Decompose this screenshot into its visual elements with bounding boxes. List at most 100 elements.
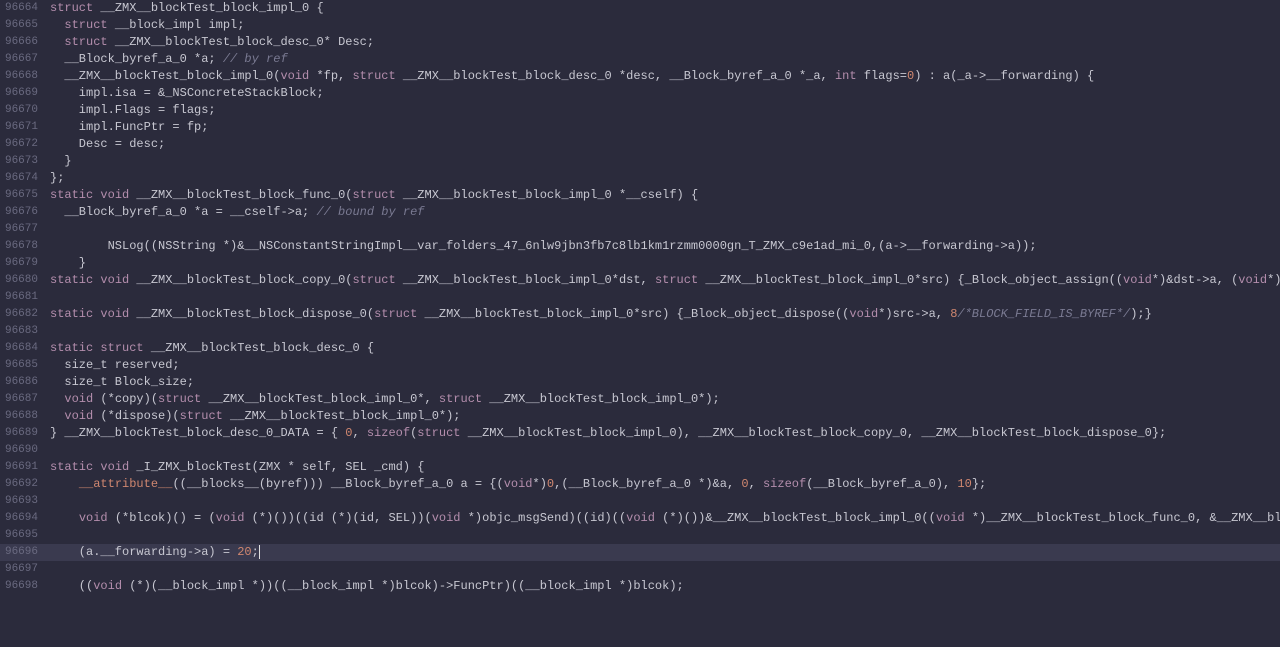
code-content[interactable]: void (*copy)(struct __ZMX__blockTest_blo… [48,391,1280,408]
code-content[interactable] [48,221,1280,238]
line-number: 96681 [0,289,48,306]
line-number: 96666 [0,34,48,51]
code-line[interactable]: 96697 [0,561,1280,578]
code-editor[interactable]: 96664struct __ZMX__blockTest_block_impl_… [0,0,1280,595]
line-number: 96665 [0,17,48,34]
line-number: 96680 [0,272,48,289]
code-line[interactable]: 96690 [0,442,1280,459]
code-line[interactable]: 96692 __attribute__((__blocks__(byref)))… [0,476,1280,493]
code-line[interactable]: 96696 (a.__forwarding->a) = 20; [0,544,1280,561]
line-number: 96691 [0,459,48,476]
code-line[interactable]: 96693 [0,493,1280,510]
code-line[interactable]: 96676 __Block_byref_a_0 *a = __cself->a;… [0,204,1280,221]
line-number: 96683 [0,323,48,340]
code-line[interactable]: 96687 void (*copy)(struct __ZMX__blockTe… [0,391,1280,408]
code-line[interactable]: 96666 struct __ZMX__blockTest_block_desc… [0,34,1280,51]
code-line[interactable]: 96678 NSLog((NSString *)&__NSConstantStr… [0,238,1280,255]
line-number: 96670 [0,102,48,119]
line-number: 96687 [0,391,48,408]
code-line[interactable]: 96670 impl.Flags = flags; [0,102,1280,119]
code-line[interactable]: 96682static void __ZMX__blockTest_block_… [0,306,1280,323]
code-line[interactable]: 96675static void __ZMX__blockTest_block_… [0,187,1280,204]
text-cursor [259,545,260,559]
code-content[interactable] [48,442,1280,459]
code-line[interactable]: 96673 } [0,153,1280,170]
code-line[interactable]: 96679 } [0,255,1280,272]
code-content[interactable]: impl.isa = &_NSConcreteStackBlock; [48,85,1280,102]
line-number: 96689 [0,425,48,442]
code-line[interactable]: 96685 size_t reserved; [0,357,1280,374]
code-content[interactable]: struct __ZMX__blockTest_block_desc_0* De… [48,34,1280,51]
code-line[interactable]: 96689} __ZMX__blockTest_block_desc_0_DAT… [0,425,1280,442]
line-number: 96685 [0,357,48,374]
line-number: 96692 [0,476,48,493]
code-content[interactable]: size_t reserved; [48,357,1280,374]
code-content[interactable]: __Block_byref_a_0 *a = __cself->a; // bo… [48,204,1280,221]
code-content[interactable]: struct __ZMX__blockTest_block_impl_0 { [48,0,1280,17]
code-line[interactable]: 96677 [0,221,1280,238]
code-line[interactable]: 96667 __Block_byref_a_0 *a; // by ref [0,51,1280,68]
code-line[interactable]: 96684static struct __ZMX__blockTest_bloc… [0,340,1280,357]
code-content[interactable]: } [48,153,1280,170]
line-number: 96668 [0,68,48,85]
code-line[interactable]: 96672 Desc = desc; [0,136,1280,153]
line-number: 96676 [0,204,48,221]
code-content[interactable]: Desc = desc; [48,136,1280,153]
code-line[interactable]: 96683 [0,323,1280,340]
code-content[interactable]: static void _I_ZMX_blockTest(ZMX * self,… [48,459,1280,476]
line-number: 96671 [0,119,48,136]
code-content[interactable]: static void __ZMX__blockTest_block_dispo… [48,306,1280,323]
code-line[interactable]: 96695 [0,527,1280,544]
line-number: 96694 [0,510,48,527]
code-line[interactable]: 96665 struct __block_impl impl; [0,17,1280,34]
line-number: 96669 [0,85,48,102]
code-content[interactable]: static void __ZMX__blockTest_block_func_… [48,187,1280,204]
code-content[interactable]: (a.__forwarding->a) = 20; [48,544,1280,561]
code-content[interactable]: void (*dispose)(struct __ZMX__blockTest_… [48,408,1280,425]
code-line[interactable]: 96664struct __ZMX__blockTest_block_impl_… [0,0,1280,17]
code-line[interactable]: 96686 size_t Block_size; [0,374,1280,391]
line-number: 96673 [0,153,48,170]
line-number: 96686 [0,374,48,391]
code-content[interactable]: void (*blcok)() = (void (*)())((id (*)(i… [48,510,1280,527]
code-content[interactable]: __ZMX__blockTest_block_impl_0(void *fp, … [48,68,1280,85]
line-number: 96688 [0,408,48,425]
code-line[interactable]: 96691static void _I_ZMX_blockTest(ZMX * … [0,459,1280,476]
line-number: 96678 [0,238,48,255]
code-content[interactable]: } [48,255,1280,272]
code-line[interactable]: 96698 ((void (*)(__block_impl *))((__blo… [0,578,1280,595]
code-content[interactable] [48,527,1280,544]
code-line[interactable]: 96669 impl.isa = &_NSConcreteStackBlock; [0,85,1280,102]
line-number: 96667 [0,51,48,68]
code-content[interactable] [48,289,1280,306]
code-content[interactable]: ((void (*)(__block_impl *))((__block_imp… [48,578,1280,595]
code-content[interactable] [48,323,1280,340]
code-line[interactable]: 96694 void (*blcok)() = (void (*)())((id… [0,510,1280,527]
code-content[interactable]: __Block_byref_a_0 *a; // by ref [48,51,1280,68]
code-line[interactable]: 96674}; [0,170,1280,187]
code-content[interactable]: impl.Flags = flags; [48,102,1280,119]
code-line[interactable]: 96668 __ZMX__blockTest_block_impl_0(void… [0,68,1280,85]
code-content[interactable]: }; [48,170,1280,187]
code-content[interactable] [48,493,1280,510]
code-content[interactable]: } __ZMX__blockTest_block_desc_0_DATA = {… [48,425,1280,442]
line-number: 96697 [0,561,48,578]
code-content[interactable] [48,561,1280,578]
code-content[interactable]: struct __block_impl impl; [48,17,1280,34]
code-content[interactable]: size_t Block_size; [48,374,1280,391]
line-number: 96684 [0,340,48,357]
code-content[interactable]: NSLog((NSString *)&__NSConstantStringImp… [48,238,1280,255]
code-content[interactable]: static struct __ZMX__blockTest_block_des… [48,340,1280,357]
code-line[interactable]: 96681 [0,289,1280,306]
code-line[interactable]: 96671 impl.FuncPtr = fp; [0,119,1280,136]
code-content[interactable]: __attribute__((__blocks__(byref))) __Blo… [48,476,1280,493]
line-number: 96695 [0,527,48,544]
code-line[interactable]: 96688 void (*dispose)(struct __ZMX__bloc… [0,408,1280,425]
line-number: 96696 [0,544,48,561]
code-line[interactable]: 96680static void __ZMX__blockTest_block_… [0,272,1280,289]
code-content[interactable]: impl.FuncPtr = fp; [48,119,1280,136]
line-number: 96679 [0,255,48,272]
code-content[interactable]: static void __ZMX__blockTest_block_copy_… [48,272,1280,289]
line-number: 96675 [0,187,48,204]
line-number: 96677 [0,221,48,238]
